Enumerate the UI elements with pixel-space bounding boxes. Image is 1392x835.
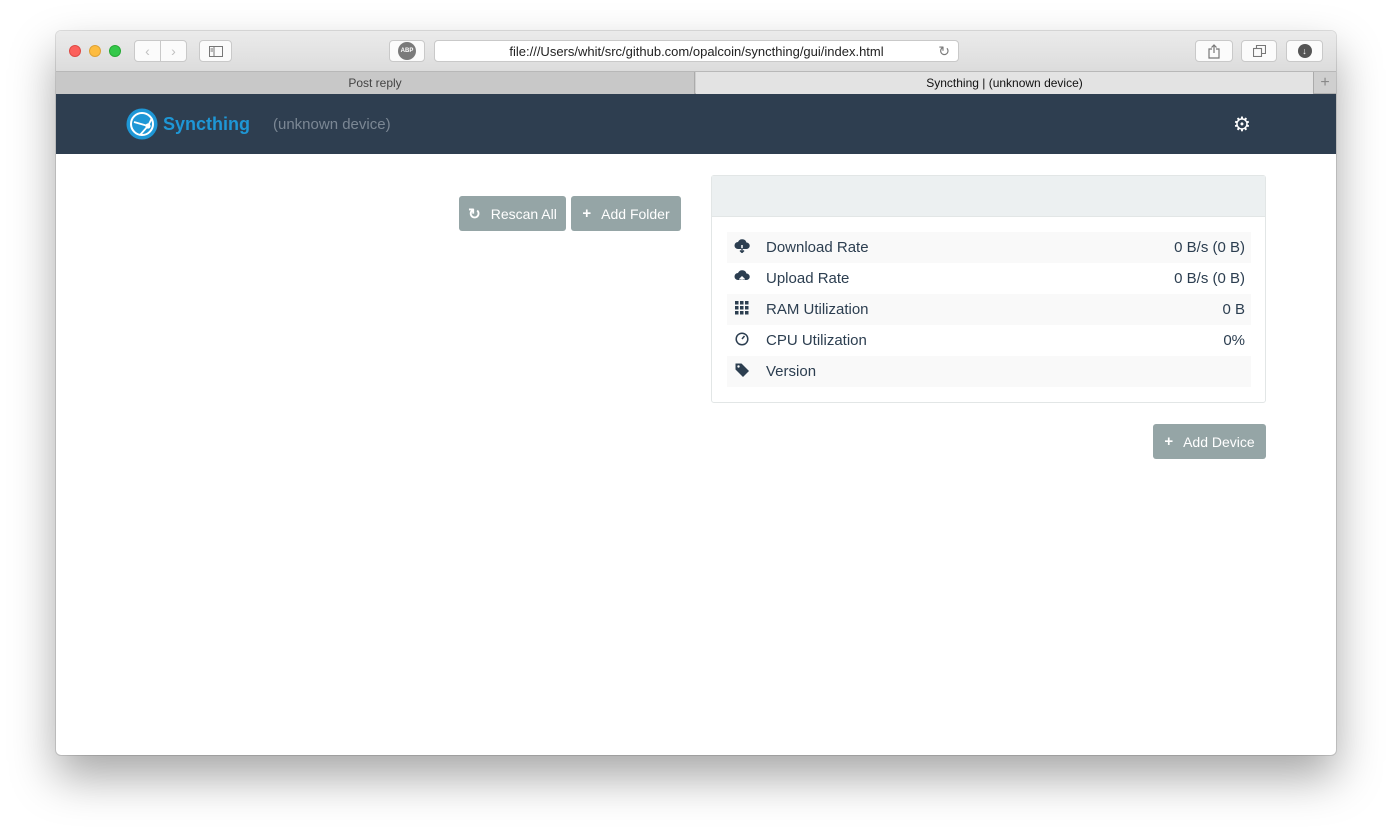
- new-tab-button[interactable]: +: [1313, 72, 1336, 94]
- stat-row-ram-utilization: RAM Utilization 0 B: [727, 294, 1251, 325]
- zoom-window-button[interactable]: [109, 45, 121, 57]
- plus-icon: +: [1320, 74, 1330, 91]
- syncthing-logo-icon[interactable]: [126, 108, 158, 140]
- device-stats-table: Download Rate 0 B/s (0 B) Upload Rate 0 …: [727, 232, 1251, 387]
- chevron-right-icon: ›: [171, 43, 176, 59]
- downloads-button[interactable]: ↓: [1286, 40, 1323, 62]
- tabs-icon: [1252, 45, 1266, 57]
- stat-label: Upload Rate: [766, 270, 850, 287]
- close-window-button[interactable]: [69, 45, 81, 57]
- stat-value: 0 B/s (0 B): [1174, 239, 1245, 256]
- share-button[interactable]: [1195, 40, 1233, 62]
- dashboard-icon: [733, 332, 751, 349]
- this-device-panel: Download Rate 0 B/s (0 B) Upload Rate 0 …: [711, 175, 1266, 403]
- stat-label: Version: [766, 363, 817, 380]
- stat-row-upload-rate: Upload Rate 0 B/s (0 B): [727, 263, 1251, 294]
- browser-toolbar: ‹ › ABP file:///Users/whit/src/github.co…: [56, 31, 1336, 71]
- minimize-window-button[interactable]: [89, 45, 101, 57]
- stat-label: CPU Utilization: [766, 332, 867, 349]
- tab-label: Syncthing | (unknown device): [926, 76, 1083, 90]
- stat-row-download-rate: Download Rate 0 B/s (0 B): [727, 232, 1251, 263]
- back-button[interactable]: ‹: [134, 40, 161, 62]
- rescan-all-label: Rescan All: [490, 205, 557, 222]
- stat-value: 0 B: [1222, 301, 1245, 318]
- stat-label: Download Rate: [766, 239, 869, 256]
- add-folder-button[interactable]: + Add Folder: [571, 196, 681, 231]
- stat-row-cpu-utilization: CPU Utilization 0%: [727, 325, 1251, 356]
- stat-row-version: Version: [727, 356, 1251, 387]
- add-device-label: Add Device: [1183, 433, 1255, 450]
- brand-name[interactable]: Syncthing: [163, 114, 250, 135]
- stat-value: 0 B/s (0 B): [1174, 270, 1245, 287]
- forward-button[interactable]: ›: [160, 40, 187, 62]
- stat-value: 0%: [1223, 332, 1245, 349]
- add-device-button[interactable]: + Add Device: [1153, 424, 1266, 459]
- plus-icon: +: [582, 205, 592, 222]
- tab-label: Post reply: [348, 76, 402, 90]
- cloud-upload-icon: [733, 270, 751, 287]
- tab-bar: Post reply Syncthing | (unknown device) …: [56, 71, 1336, 94]
- add-folder-label: Add Folder: [601, 205, 670, 222]
- app-navbar: Syncthing (unknown device) ⚙: [56, 94, 1336, 154]
- tab-post-reply[interactable]: Post reply: [56, 72, 695, 94]
- show-tabs-button[interactable]: [1241, 40, 1277, 62]
- refresh-icon: ↻: [468, 205, 481, 223]
- browser-window: ‹ › ABP file:///Users/whit/src/github.co…: [56, 31, 1336, 755]
- stat-label: RAM Utilization: [766, 301, 869, 318]
- gear-icon: ⚙: [1233, 113, 1251, 136]
- grid-icon: [733, 301, 751, 318]
- adblock-icon: ABP: [398, 42, 416, 60]
- address-bar[interactable]: file:///Users/whit/src/github.com/opalco…: [434, 40, 959, 62]
- tag-icon: [733, 363, 751, 380]
- url-text: file:///Users/whit/src/github.com/opalco…: [509, 43, 884, 59]
- panel-heading: [712, 176, 1265, 217]
- cloud-download-icon: [733, 239, 751, 256]
- share-icon: [1208, 43, 1220, 59]
- rescan-all-button[interactable]: ↻ Rescan All: [459, 196, 566, 231]
- settings-button[interactable]: ⚙: [1230, 112, 1254, 136]
- plus-icon: +: [1164, 433, 1174, 450]
- sidebar-toggle-button[interactable]: [199, 40, 232, 62]
- device-name: (unknown device): [273, 116, 391, 133]
- sidebar-icon: [208, 45, 223, 57]
- adblock-button[interactable]: ABP: [389, 40, 425, 62]
- chevron-left-icon: ‹: [145, 43, 150, 59]
- reload-icon[interactable]: ↻: [938, 43, 950, 60]
- download-icon: ↓: [1297, 44, 1312, 58]
- tab-syncthing[interactable]: Syncthing | (unknown device): [696, 72, 1313, 94]
